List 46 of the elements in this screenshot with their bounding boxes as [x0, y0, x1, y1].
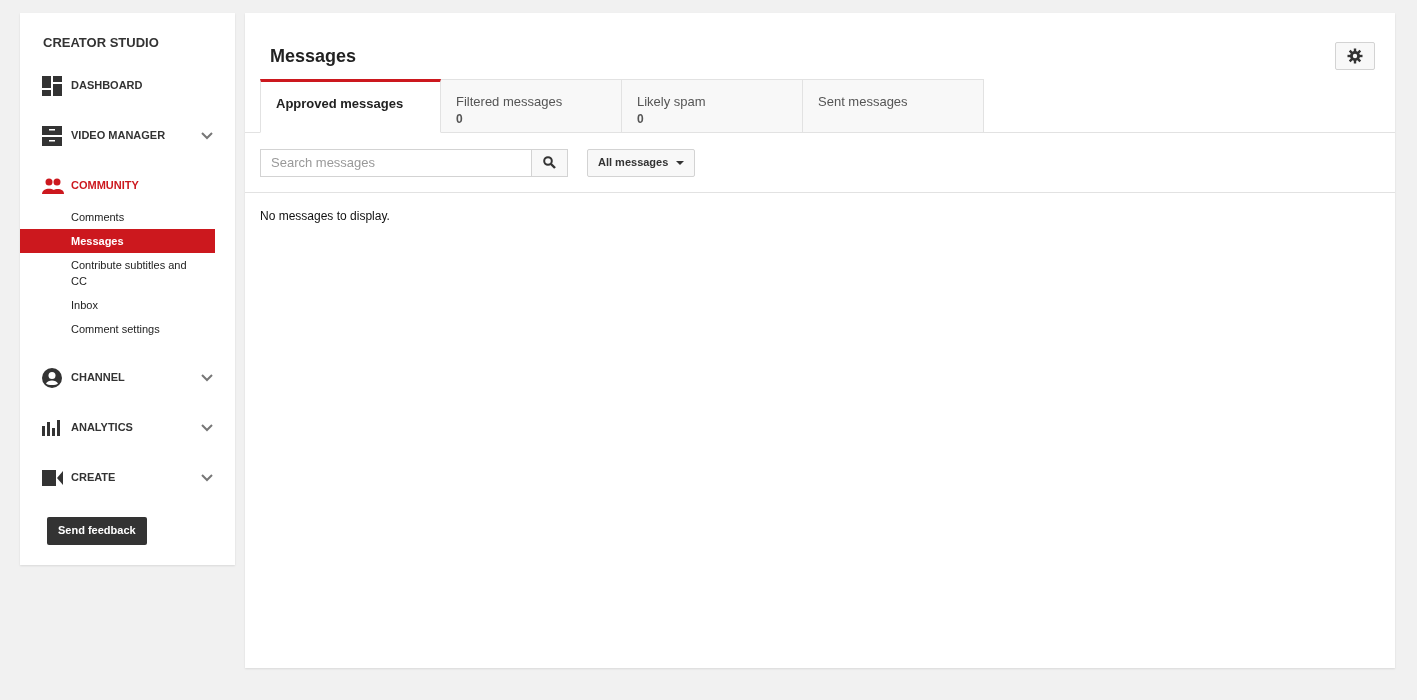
sidebar-subitem[interactable]: Contribute subtitles and CC	[20, 252, 215, 293]
empty-message: No messages to display.	[259, 208, 391, 225]
settings-button[interactable]	[1335, 42, 1375, 70]
people-icon	[42, 177, 64, 194]
chevron-down-icon[interactable]	[201, 473, 213, 482]
bar-chart-icon	[42, 419, 62, 436]
sidebar-section[interactable]: DASHBOARD	[20, 60, 235, 111]
sidebar-subitem[interactable]: Messages	[20, 228, 215, 253]
person-circle-icon	[42, 367, 62, 388]
settings-icon	[1347, 48, 1363, 64]
sidebar-section-label: COMMUNITY	[71, 178, 140, 194]
sidebar-section-label: DASHBOARD	[71, 78, 144, 94]
sidebar-section-label: CREATE	[71, 470, 117, 486]
sidebar-section-label: ANALYTICS	[71, 420, 134, 436]
chevron-down-icon[interactable]	[201, 131, 213, 140]
chevron-down-icon[interactable]	[201, 373, 213, 382]
chevron-down-icon[interactable]	[201, 423, 213, 432]
sidebar-section-label: CHANNEL	[71, 370, 126, 386]
sidebar-section[interactable]: CREATE	[20, 452, 235, 503]
drawer-icon	[42, 125, 62, 146]
video-camera-icon	[42, 469, 63, 486]
caret-icon	[676, 160, 685, 165]
tab-count: 0	[456, 111, 463, 126]
page-title: Messages	[270, 44, 357, 68]
dashboard-icon	[42, 75, 62, 96]
tab[interactable]: Sent messages	[803, 79, 984, 133]
sidebar-subitem[interactable]: Comment settings	[20, 316, 215, 341]
tab[interactable]: Filtered messages 0	[441, 79, 622, 133]
sidebar-section-label: VIDEO MANAGER	[71, 128, 167, 144]
sidebar-title: CREATOR STUDIO	[42, 34, 160, 52]
tab[interactable]: Approved messages	[260, 79, 441, 133]
tab-label: Approved messages	[276, 95, 404, 113]
sidebar-section[interactable]: ANALYTICS	[20, 402, 235, 453]
sidebar-section[interactable]: CHANNEL	[20, 352, 235, 403]
tab-label: Sent messages	[818, 93, 908, 111]
send-feedback-button[interactable]: Send feedback	[47, 516, 147, 545]
search-field[interactable]: Search messages	[260, 148, 532, 177]
tab-label: Filtered messages	[456, 93, 563, 111]
sidebar-subitem[interactable]: Inbox	[20, 292, 215, 317]
search-icon	[543, 156, 556, 169]
tab-label: Likely spam	[637, 93, 706, 111]
sidebar-section[interactable]: VIDEO MANAGER	[20, 110, 235, 161]
filter-dropdown[interactable]: All messages	[587, 148, 696, 177]
search-button[interactable]	[532, 148, 568, 177]
tab-count: 0	[637, 111, 644, 126]
tab[interactable]: Likely spam 0	[622, 79, 803, 133]
